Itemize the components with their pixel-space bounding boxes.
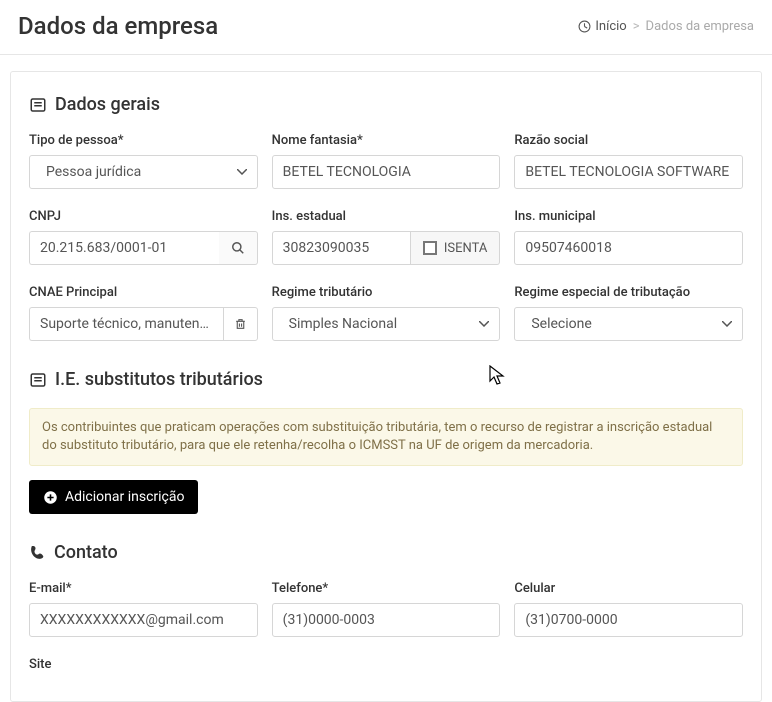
select-tipo-pessoa[interactable]: Pessoa jurídica — [29, 155, 258, 189]
page-title: Dados da empresa — [18, 12, 218, 40]
trash-icon — [234, 317, 247, 331]
isenta-checkbox[interactable]: ISENTA — [411, 231, 500, 265]
section-title-gerais: Dados gerais — [55, 94, 160, 115]
breadcrumb-separator: > — [633, 19, 640, 34]
label-telefone: Telefone* — [272, 581, 501, 596]
form-icon — [29, 96, 47, 114]
label-ins-municipal: Ins. municipal — [514, 209, 743, 224]
input-ins-municipal[interactable] — [514, 231, 743, 265]
section-header-gerais: Dados gerais — [29, 94, 743, 115]
input-email[interactable] — [29, 603, 258, 637]
info-box-iesub: Os contribuintes que praticam operações … — [29, 408, 743, 466]
label-ins-estadual: Ins. estadual — [272, 209, 501, 224]
cnae-delete-button[interactable] — [223, 307, 258, 341]
input-cnae[interactable] — [29, 307, 223, 341]
section-header-iesub: I.E. substitutos tributários — [29, 369, 743, 390]
form-icon — [29, 371, 47, 389]
label-nome-fantasia: Nome fantasia* — [272, 133, 501, 148]
dashboard-icon — [578, 20, 591, 33]
breadcrumb: Início > Dados da empresa — [578, 19, 754, 34]
breadcrumb-home-label: Início — [595, 19, 626, 34]
phone-icon — [29, 544, 46, 561]
label-cnae: CNAE Principal — [29, 285, 258, 300]
isenta-label: ISENTA — [444, 241, 487, 256]
label-celular: Celular — [514, 581, 743, 596]
input-celular[interactable] — [514, 603, 743, 637]
label-site: Site — [29, 657, 265, 672]
section-title-contato: Contato — [54, 542, 118, 563]
breadcrumb-current: Dados da empresa — [646, 19, 754, 34]
select-regime-esp[interactable]: Selecione — [514, 307, 743, 341]
cnpj-search-button[interactable] — [219, 231, 258, 265]
plus-circle-icon — [43, 490, 58, 505]
input-nome-fantasia[interactable] — [272, 155, 501, 189]
input-cnpj[interactable] — [29, 231, 219, 265]
search-icon — [231, 241, 245, 255]
label-regime-esp: Regime especial de tributação — [514, 285, 743, 300]
label-cnpj: CNPJ — [29, 209, 258, 224]
label-tipo-pessoa: Tipo de pessoa* — [29, 133, 258, 148]
checkbox-icon — [423, 241, 437, 255]
add-inscricao-label: Adicionar inscrição — [65, 489, 184, 505]
section-header-contato: Contato — [29, 542, 743, 563]
label-regime-trib: Regime tributário — [272, 285, 501, 300]
add-inscricao-button[interactable]: Adicionar inscrição — [29, 480, 198, 514]
input-razao-social[interactable] — [514, 155, 743, 189]
label-email: E-mail* — [29, 581, 258, 596]
section-title-iesub: I.E. substitutos tributários — [55, 369, 263, 390]
input-ins-estadual[interactable] — [272, 231, 411, 265]
breadcrumb-home-link[interactable]: Início — [578, 19, 626, 34]
input-telefone[interactable] — [272, 603, 501, 637]
select-regime-trib[interactable]: Simples Nacional — [272, 307, 501, 341]
label-razao-social: Razão social — [514, 133, 743, 148]
